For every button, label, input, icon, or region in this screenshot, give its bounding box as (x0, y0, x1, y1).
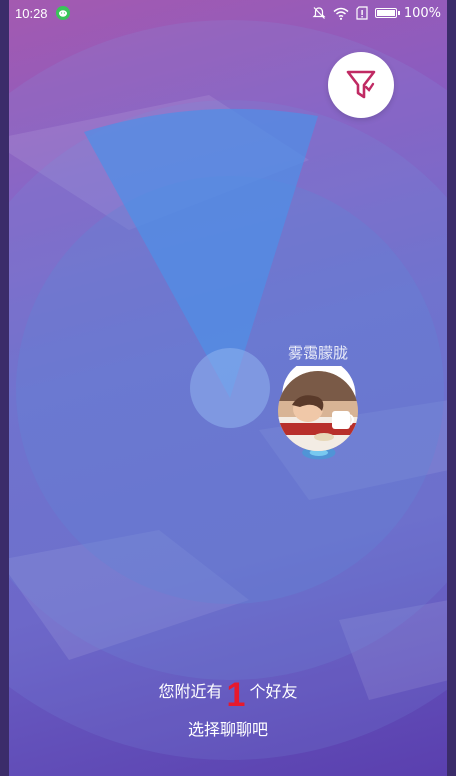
filter-icon (346, 70, 376, 99)
nearby-count: 1 (226, 676, 246, 714)
status-time: 10:28 (15, 5, 48, 21)
wifi-icon (333, 7, 349, 20)
filter-button[interactable] (328, 52, 394, 118)
battery-percent: 100% (403, 5, 441, 21)
mute-icon (312, 7, 326, 19)
screen: 10:28 100% 雾霭朦胧 您附近有 1 个好友 选择聊聊吧 (0, 0, 456, 776)
battery-icon (374, 8, 400, 18)
wechat-icon (55, 6, 70, 20)
choose-chat-link[interactable]: 选择聊聊吧 (0, 716, 456, 740)
avatar-photo (278, 371, 358, 451)
friend-marker[interactable]: 雾霭朦胧 (270, 340, 370, 485)
friend-avatar[interactable] (278, 371, 358, 451)
left-bezel (0, 0, 9, 776)
background-texture (9, 95, 447, 700)
nearby-friends-summary: 您附近有 1 个好友 (0, 672, 456, 712)
friend-name: 雾霭朦胧 (287, 344, 348, 362)
right-bezel (447, 0, 456, 776)
status-bar: 10:28 100% (9, 0, 447, 26)
status-icons: 100% (312, 6, 441, 21)
nearby-prefix: 您附近有 (158, 682, 223, 701)
alert-icon (356, 6, 368, 20)
nearby-suffix: 个好友 (249, 682, 298, 701)
